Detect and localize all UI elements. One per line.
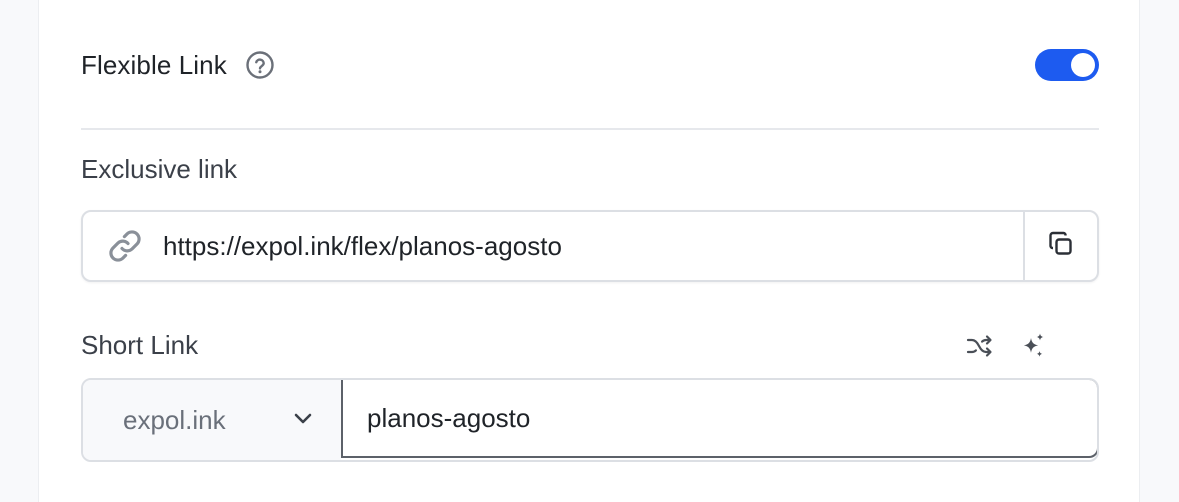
section-divider xyxy=(81,128,1099,130)
flexible-link-card: Flexible Link Exclusive link https://exp… xyxy=(38,0,1140,502)
flexible-link-row: Flexible Link xyxy=(81,44,1099,86)
copy-icon xyxy=(1047,230,1075,263)
domain-select[interactable]: expol.ink xyxy=(83,380,341,460)
help-icon[interactable] xyxy=(245,50,275,80)
short-link-slug-input[interactable] xyxy=(341,380,1097,458)
toggle-knob xyxy=(1071,53,1095,77)
flexible-link-toggle[interactable] xyxy=(1035,49,1099,81)
shuffle-icon[interactable] xyxy=(963,330,995,362)
exclusive-link-url[interactable]: https://expol.ink/flex/planos-agosto xyxy=(163,231,1023,262)
flexible-link-title: Flexible Link xyxy=(81,49,227,80)
copy-link-button[interactable] xyxy=(1023,212,1097,280)
exclusive-link-field: https://expol.ink/flex/planos-agosto xyxy=(81,210,1099,282)
short-link-field: expol.ink xyxy=(81,378,1099,462)
link-icon xyxy=(105,226,145,266)
chevron-down-icon xyxy=(291,406,315,435)
exclusive-link-label: Exclusive link xyxy=(81,154,238,184)
sparkles-icon[interactable] xyxy=(1017,330,1049,362)
short-link-actions xyxy=(963,330,1049,362)
domain-select-value: expol.ink xyxy=(123,404,226,435)
short-link-label: Short Link xyxy=(81,330,199,360)
